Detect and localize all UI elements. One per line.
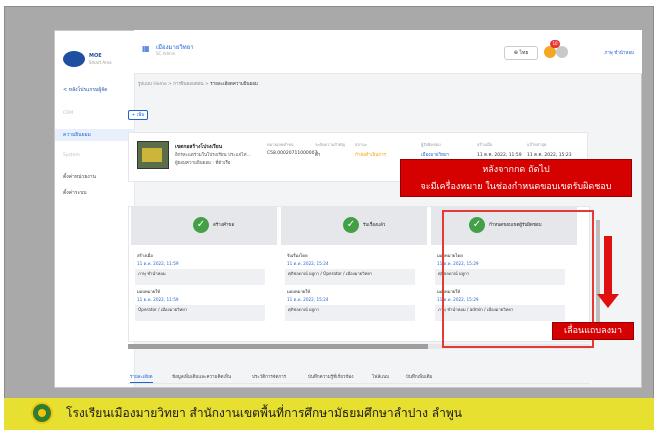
card-col-header: สร้างเมื่อ [477,142,493,147]
tab-item[interactable]: รายละเอียด [130,373,153,383]
event-text: มอบหมายให้ [287,289,311,294]
breadcrumb-path[interactable]: รูปแบบ Home > การยินยอมต่อน > [138,82,210,87]
request-owner: ผู้ยอมความยินยอม : ที่ตัวเรือ [175,161,231,166]
notification-badge: 10 [550,40,560,48]
step-header: ✓ รับเรื่องแล้ว [281,207,427,245]
user-avatar[interactable] [556,46,568,58]
event-text: 11 ต.ค. 2022, 11:59 [137,261,179,266]
footer-text: โรงเรียนเมืองมายวิทยา สำนักงานเขตพื้นที่… [66,406,462,420]
detail-tabs: รายละเอียด ข้อมูลเพิ่มเติมและความคิดเห็น ป… [128,370,590,384]
event-text: มอบหมายให้ [137,289,161,294]
card-col-header: แก้ไขล่าสุด [527,142,547,147]
event-person: ศุภิชลดาณ์ ผลูกา / Operator / เมืองมายวิ… [285,269,415,285]
down-arrow-icon [604,236,612,294]
down-arrow-head [597,294,619,308]
progress-step: ✓ สร้างคำขอสร้างเมื่อ 11 ต.ค. 2022, 11:59 ภ… [131,207,277,335]
card-col-value: กำลังดำเนินการ [355,153,387,158]
request-title: เขตกอสร้างโปรงเรียน [175,144,223,150]
breadcrumb: รูปแบบ Home > การยินยอมต่อน > รายละเอียด… [134,80,258,87]
annotation-line-1: หลังจากกด ถัดไป [482,165,550,175]
card-col-value: C58.00020711000007 [267,151,318,156]
header: ▦ เมืองมายวิทยา SC Admin ⊕ ไทย 10 ภาษุ ช… [134,30,642,74]
org-icon: ▦ [142,44,150,53]
annotation-line-2: จะมีเครื่องหมาย ในช่องกำหนดขอบเขตรับผิดช… [420,182,612,192]
card-col-value: 11 ต.ค. 2022, 11:59 [477,153,522,158]
step-header: ✓ สร้างคำขอ [131,207,277,245]
event-text: รับเรื่องโดย [287,253,308,258]
step-label: สร้างคำขอ [213,223,235,228]
event-person: ศุภิชลดาณ์ ผลูกา [285,305,415,321]
card-col-value: เมืองมายวิทยา [421,153,450,158]
event-text: 11 ต.ค. 2022, 15:24 [287,261,329,266]
annotation-callout-scroll: เลื่อนแถบลงมา [552,322,634,340]
check-icon: ✓ [193,217,209,233]
annotation-callout-top: หลังจากกด ถัดไป จะมีเครื่องหมาย ในช่องกำ… [400,159,632,197]
school-seal-icon [31,402,53,424]
add-button[interactable]: + เพิ่ม [128,110,148,120]
check-icon: ✓ [343,217,359,233]
user-name[interactable]: ภาษุ ชำนำหอม [604,49,634,56]
tab-item[interactable]: ไฟล์แนบ [372,373,389,380]
scrollbar-thumb[interactable] [128,344,428,349]
request-desc: อิกรสะแต่ร่วมในโปรงเรียน ประแจ่ไท่... [175,153,251,158]
card-col-header: ระดับความสำคัญ [315,142,346,147]
step-label: รับเรื่องแล้ว [363,223,386,228]
card-col-header: หมายเลขคำขอ [267,142,294,147]
card-col-header: สถานะ [355,142,367,147]
tab-item[interactable]: บันทึกเพิ่มเติม [406,373,433,380]
event-person: Operator / เมืองมายวิทยา [135,305,265,321]
card-col-header: ผู้รับผิดชอบ [421,142,441,147]
event-text: 11 ต.ค. 2022, 15:24 [287,297,329,302]
progress-step: ✓ รับเรื่องแล้วรับเรื่องโดย 11 ต.ค. 2022, … [281,207,427,335]
card-col-value: 11 ต.ค. 2022, 15:23 [527,153,572,158]
tab-item[interactable]: ข้อมูลเพิ่มเติมและความคิดเห็น [172,373,231,380]
breadcrumb-current: รายละเอียดความยินยอม [210,82,258,87]
request-thumbnail [137,141,169,169]
tab-item[interactable]: บันทึกความรู้ที่เกี่ยวข้อง [308,373,353,380]
event-text: สร้างเมื่อ [137,253,153,258]
org-sub: SC Admin [156,51,176,56]
language-button[interactable]: ⊕ ไทย [504,46,538,60]
card-col-value: ต่ำ [315,153,321,158]
tab-item[interactable]: ประวัติการจัดการ [252,373,286,380]
event-person: ภาษุ ชำนำหอม [135,269,265,285]
event-text: 11 ต.ค. 2022, 11:59 [137,297,179,302]
